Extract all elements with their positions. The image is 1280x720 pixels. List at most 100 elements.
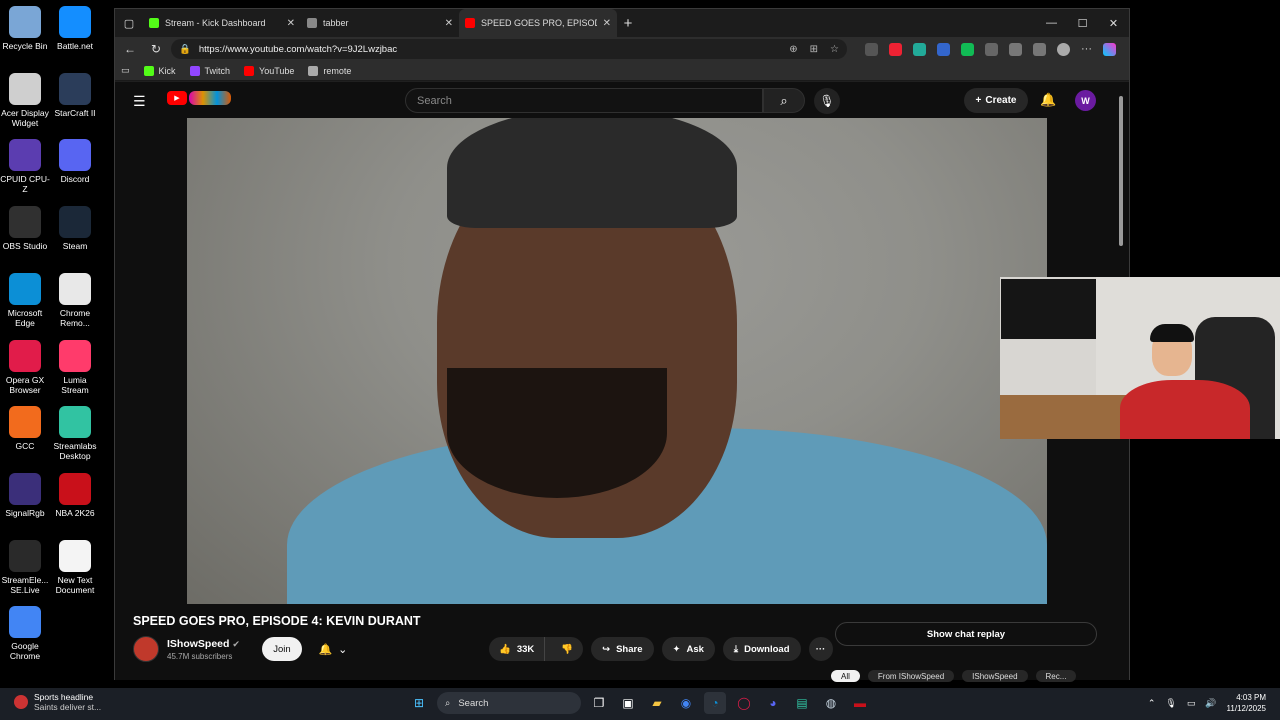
file-explorer-icon[interactable]: ▰ bbox=[646, 692, 668, 714]
desktop-icon[interactable]: StarCraft II bbox=[50, 72, 100, 118]
extension-icon[interactable] bbox=[889, 42, 902, 56]
profile-icon[interactable] bbox=[1057, 42, 1070, 56]
ask-button[interactable]: ✦ Ask bbox=[661, 637, 715, 661]
video-frame[interactable] bbox=[187, 118, 1047, 604]
close-tab-icon[interactable]: ✕ bbox=[445, 18, 453, 29]
tab-kick-dashboard[interactable]: Stream - Kick Dashboard ✕ bbox=[143, 9, 301, 37]
bookmark-kick[interactable]: Kick bbox=[143, 65, 176, 76]
site-info-icon[interactable]: 🔒 bbox=[179, 44, 191, 55]
download-button[interactable]: ⤓ Download bbox=[722, 637, 801, 661]
show-chat-replay-button[interactable]: Show chat replay bbox=[835, 622, 1097, 646]
opera-gx-icon[interactable]: ◯ bbox=[733, 692, 755, 714]
channel-name[interactable]: IShowSpeed ✔ bbox=[167, 638, 240, 650]
like-button[interactable]: 👍 33K bbox=[489, 637, 546, 661]
url-field[interactable]: 🔒 https://www.youtube.com/watch?v=9J2Lwz… bbox=[171, 39, 847, 59]
desktop-icon[interactable]: NBA 2K26 bbox=[50, 472, 100, 518]
taskbar-search[interactable]: ⌕ Search bbox=[437, 692, 581, 714]
clock[interactable]: 4:03 PM 11/12/2025 bbox=[1227, 692, 1266, 714]
create-button[interactable]: + Create bbox=[964, 88, 1028, 113]
back-icon[interactable]: ← bbox=[119, 42, 141, 56]
notifications-icon[interactable]: 🔔 bbox=[1040, 92, 1056, 108]
share-button[interactable]: ↪ Share bbox=[591, 637, 654, 661]
close-window-icon[interactable]: ✕ bbox=[1098, 9, 1129, 37]
desktop-icon[interactable]: GCC bbox=[0, 406, 50, 451]
bookmark-remote[interactable]: remote bbox=[308, 65, 351, 76]
chip-all[interactable]: All bbox=[831, 670, 860, 682]
tray-mic-icon[interactable]: 🎙 bbox=[1165, 698, 1176, 709]
bookmark-twitch[interactable]: Twitch bbox=[189, 65, 230, 76]
video-player[interactable] bbox=[115, 118, 1117, 604]
desktop-icon[interactable]: SignalRgb bbox=[0, 472, 50, 518]
search-input[interactable]: Search bbox=[405, 88, 763, 113]
discord-icon[interactable]: ◕ bbox=[762, 692, 784, 714]
tab-tabber[interactable]: tabber ✕ bbox=[301, 9, 459, 37]
extension-icon[interactable] bbox=[961, 42, 974, 56]
desktop-icon[interactable]: StreamEle... SE.Live bbox=[0, 539, 50, 595]
start-windows-icon[interactable]: ⊞ bbox=[408, 692, 430, 714]
chip-channel[interactable]: IShowSpeed bbox=[962, 670, 1028, 682]
refresh-icon[interactable]: ↻ bbox=[145, 42, 167, 56]
nba2k-icon[interactable]: ▬ bbox=[849, 692, 871, 714]
split-view-icon[interactable]: ⊞ bbox=[810, 44, 818, 55]
tab-youtube-video[interactable]: SPEED GOES PRO, EPISODE ✕ bbox=[459, 9, 617, 37]
bookmarks-toggle-icon[interactable]: ▭ bbox=[121, 65, 130, 76]
channel-info: IShowSpeed ✔ 45.7M subscribers bbox=[167, 638, 240, 661]
desktop-icon[interactable]: Lumia Stream bbox=[50, 339, 100, 395]
widgets-icon[interactable]: ▣ bbox=[617, 692, 639, 714]
browser-essentials-icon[interactable] bbox=[1009, 42, 1022, 56]
microphone-icon[interactable]: 🎙 bbox=[814, 88, 840, 114]
channel-avatar[interactable] bbox=[133, 636, 159, 662]
app-available-icon[interactable]: ⊕ bbox=[789, 44, 797, 55]
steam-icon[interactable]: ◍ bbox=[820, 692, 842, 714]
search-icon[interactable]: ⌕ bbox=[763, 88, 805, 113]
bookmark-youtube[interactable]: YouTube bbox=[244, 65, 294, 76]
chrome-icon[interactable]: ◉ bbox=[675, 692, 697, 714]
desktop-icon-label: GCC bbox=[15, 441, 35, 452]
tray-chevron-icon[interactable]: ⌃ bbox=[1148, 698, 1156, 709]
extension-icon[interactable] bbox=[913, 42, 926, 56]
puzzle-icon[interactable] bbox=[985, 42, 998, 56]
join-button[interactable]: Join bbox=[261, 637, 302, 661]
extension-icon[interactable] bbox=[937, 42, 950, 56]
close-tab-icon[interactable]: ✕ bbox=[287, 18, 295, 29]
desktop-icon[interactable]: Battle.net bbox=[50, 6, 100, 51]
edge-icon[interactable]: ◔ bbox=[704, 692, 726, 714]
dislike-button[interactable]: 👎 bbox=[551, 644, 583, 655]
desktop-icon[interactable]: Discord bbox=[50, 139, 100, 184]
minimize-icon[interactable]: — bbox=[1036, 9, 1067, 37]
scrollbar-thumb[interactable] bbox=[1119, 96, 1123, 246]
favorite-star-icon[interactable]: ☆ bbox=[830, 44, 839, 55]
chip-recent[interactable]: Rec... bbox=[1035, 670, 1077, 682]
more-actions-button[interactable]: ··· bbox=[808, 637, 833, 661]
more-menu-icon[interactable]: ··· bbox=[1081, 43, 1092, 56]
favorites-icon[interactable] bbox=[1033, 42, 1046, 56]
new-tab-button[interactable]: + bbox=[617, 15, 639, 32]
avatar[interactable]: W bbox=[1075, 90, 1096, 111]
maximize-icon[interactable]: ☐ bbox=[1067, 9, 1098, 37]
desktop-icon[interactable]: Acer Display Widget bbox=[0, 72, 50, 128]
task-view-icon[interactable]: ❐ bbox=[588, 692, 610, 714]
subscription-bell-button[interactable]: 🔔 ⌄ bbox=[310, 637, 356, 661]
desktop-icon[interactable]: Google Chrome bbox=[0, 606, 50, 661]
desktop-icon[interactable]: Recycle Bin bbox=[0, 6, 50, 51]
streamlabs-icon[interactable]: ▤ bbox=[791, 692, 813, 714]
copilot-icon[interactable] bbox=[1103, 42, 1116, 56]
desktop-icon[interactable]: CPUID CPU-Z bbox=[0, 139, 50, 194]
extension-icon[interactable] bbox=[865, 42, 878, 56]
tray-network-icon[interactable]: ▭ bbox=[1187, 698, 1196, 709]
desktop-icon[interactable]: New Text Document bbox=[50, 539, 100, 595]
desktop-icon[interactable]: OBS Studio bbox=[0, 206, 50, 251]
desktop-icon[interactable]: Steam bbox=[50, 206, 100, 251]
desktop-icon[interactable]: Streamlabs Desktop bbox=[50, 406, 100, 461]
close-tab-icon[interactable]: ✕ bbox=[603, 18, 611, 29]
chip-from-channel[interactable]: From IShowSpeed bbox=[867, 670, 955, 682]
news-widget[interactable]: Sports headline Saints deliver st... bbox=[14, 692, 101, 712]
bookmarks-bar: ▭ Kick Twitch YouTube remote bbox=[115, 61, 1129, 81]
desktop-icon[interactable]: Microsoft Edge bbox=[0, 272, 50, 328]
tray-volume-icon[interactable]: 🔊 bbox=[1205, 698, 1216, 709]
youtube-logo[interactable]: ▶ bbox=[167, 91, 231, 105]
tab-actions-icon[interactable]: ▢ bbox=[115, 9, 143, 37]
menu-icon[interactable]: ☰ bbox=[133, 93, 146, 110]
desktop-icon[interactable]: Opera GX Browser bbox=[0, 339, 50, 395]
desktop-icon[interactable]: Chrome Remo... bbox=[50, 272, 100, 328]
